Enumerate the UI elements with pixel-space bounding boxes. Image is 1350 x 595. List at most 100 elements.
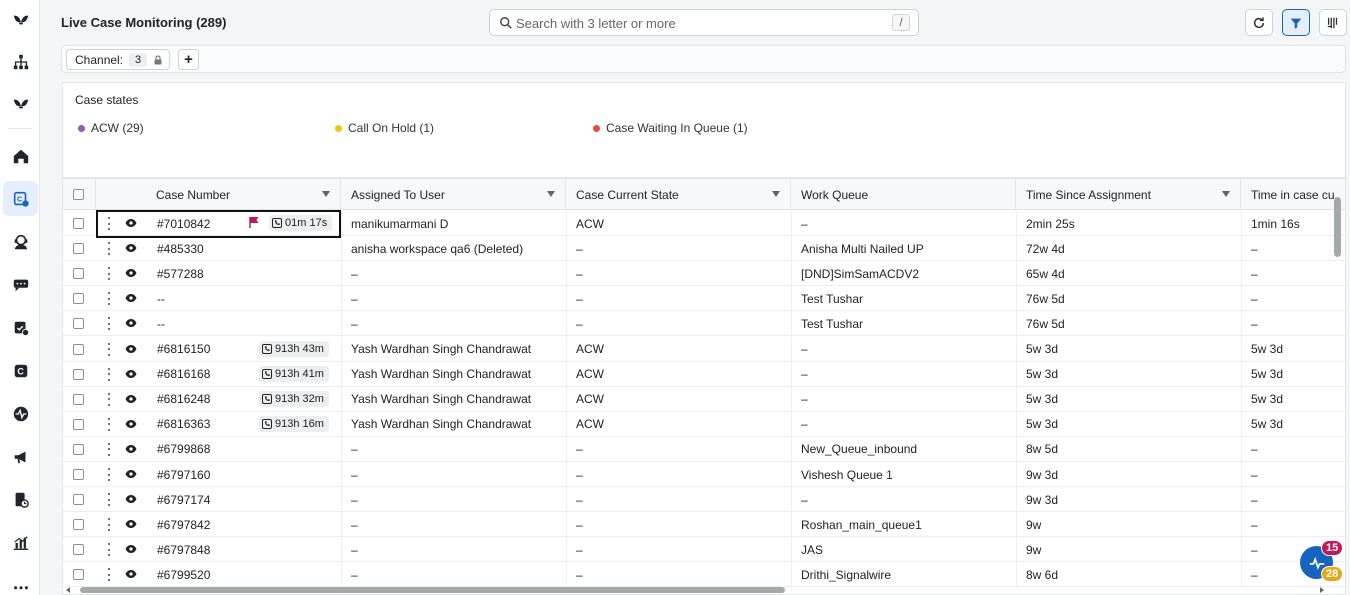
row-menu-icon[interactable] [107,217,111,230]
chart-icon[interactable] [3,525,38,560]
table-row[interactable]: #6816363 913h 16m Yash Wardhan Singh Chand… [63,411,1345,437]
eye-icon[interactable] [125,318,137,328]
row-menu-icon[interactable] [107,367,111,381]
row-menu-icon[interactable] [107,543,111,557]
refresh-button[interactable] [1245,9,1273,36]
row-menu-icon[interactable] [107,242,111,256]
row-checkbox[interactable] [73,569,84,581]
row-checkbox[interactable] [73,293,84,305]
vertical-scrollbar[interactable] [1332,195,1342,587]
column-header-case-number[interactable]: Case Number [96,179,341,210]
notification-badge-bottom[interactable]: 28 [1321,566,1344,582]
logo-icon[interactable] [3,2,38,37]
sort-caret-icon[interactable] [1222,191,1230,197]
cell-case-number[interactable]: -- [147,286,247,311]
table-row[interactable]: #485330 anisha workspace qa6 (Deleted) – An… [63,236,1345,262]
cell-case-number[interactable]: #6797174 [147,487,247,512]
cell-case-number[interactable]: #6797848 [147,537,247,562]
cell-case-number[interactable]: #6797842 [147,512,247,537]
row-checkbox[interactable] [73,418,84,430]
eye-icon[interactable] [125,544,137,554]
report-icon[interactable] [3,482,38,517]
home-icon[interactable] [3,138,38,173]
agent-icon[interactable] [3,224,38,259]
channel-filter-chip[interactable]: Channel: 3 [66,49,171,70]
row-menu-icon[interactable] [107,468,111,481]
search-box[interactable]: / [489,9,919,36]
eye-icon[interactable] [125,494,137,504]
table-row[interactable]: #6799520 – – Drithi_Signalwire 8w 6d – [63,562,1345,588]
cell-case-number[interactable]: #6816150 [147,337,247,362]
column-header-case-state[interactable]: Case Current State [566,179,791,210]
cell-case-number[interactable]: #577288 [147,261,247,286]
eye-icon[interactable] [125,243,137,253]
eye-icon[interactable] [125,394,137,404]
table-row[interactable]: #7010842 01m 17s manikumarmani D ACW – 2min 2… [63,211,1345,236]
table-row[interactable]: #6797160 – – Vishesh Queue 1 9w 3d – [63,462,1345,487]
filter-button[interactable] [1282,9,1310,36]
column-header-time-in-case[interactable]: Time in case cu [1241,179,1345,210]
row-menu-icon[interactable] [107,417,111,431]
row-menu-icon[interactable] [107,342,111,356]
eye-icon[interactable] [125,519,137,529]
megaphone-icon[interactable] [3,439,38,474]
case-check-icon[interactable] [3,310,38,345]
eye-icon[interactable] [125,344,137,354]
eye-icon[interactable] [125,369,137,379]
row-checkbox[interactable] [73,343,84,355]
row-checkbox[interactable] [73,519,84,531]
row-menu-icon[interactable] [107,317,111,331]
cell-case-number[interactable]: -- [147,311,247,336]
row-menu-icon[interactable] [107,518,111,532]
table-row[interactable]: #6797174 – – – 9w 3d – [63,487,1345,513]
row-checkbox[interactable] [73,218,84,229]
row-menu-icon[interactable] [107,493,111,507]
select-all-checkbox[interactable] [73,189,84,200]
add-filter-button[interactable]: + [178,49,199,70]
eye-icon[interactable] [125,569,137,579]
eye-icon[interactable] [125,268,137,278]
table-row[interactable]: #6816150 913h 43m Yash Wardhan Singh Chand… [63,336,1345,362]
eye-icon[interactable] [125,469,137,479]
c-icon[interactable]: C [3,353,38,388]
column-header-assigned-user[interactable]: Assigned To User [341,179,566,210]
chat-icon[interactable] [3,267,38,302]
cell-case-number[interactable]: #6816363 [147,412,247,437]
column-header-work-queue[interactable]: Work Queue [791,179,1016,210]
cell-case-number[interactable]: #6799520 [147,562,247,587]
sort-caret-icon[interactable] [772,191,780,197]
row-checkbox[interactable] [73,443,84,455]
table-row[interactable]: -- – – Test Tushar 76w 5d – [63,311,1345,337]
cell-case-number[interactable]: #6797160 [147,462,247,487]
row-checkbox[interactable] [73,469,84,480]
horizontal-scroll-thumb[interactable] [80,587,785,593]
scroll-left-arrow-icon[interactable] [66,587,70,593]
table-row[interactable]: #6797842 – – Roshan_main_queue1 9w – [63,512,1345,538]
row-checkbox[interactable] [73,268,84,280]
notification-badge-top[interactable]: 15 [1321,540,1344,556]
row-checkbox[interactable] [73,494,84,506]
more-icon[interactable] [3,568,38,595]
vertical-scroll-thumb[interactable] [1334,197,1341,257]
cell-case-number[interactable]: #6799868 [147,437,247,462]
cell-case-number[interactable]: #485330 [147,236,247,261]
logo-icon[interactable] [3,86,38,121]
row-menu-icon[interactable] [107,267,111,281]
case-state-call-on-hold[interactable]: Call On Hold (1) [335,121,434,135]
pulse-icon[interactable] [3,396,38,431]
case-state-acw[interactable]: ACW (29) [78,121,144,135]
search-input[interactable] [516,14,876,32]
sort-caret-icon[interactable] [547,191,555,197]
case-monitor-icon[interactable]: C [3,181,38,216]
hierarchy-icon[interactable] [3,44,38,79]
cell-case-number[interactable]: #6816248 [147,387,247,412]
row-checkbox[interactable] [73,393,84,405]
eye-icon[interactable] [125,293,137,303]
table-row[interactable]: #6797848 – – JAS 9w – [63,537,1345,563]
case-state-waiting-in-queue[interactable]: Case Waiting In Queue (1) [593,121,748,135]
table-row[interactable]: #6816168 913h 41m Yash Wardhan Singh Chand… [63,361,1345,387]
table-row[interactable]: #6799868 – – New_Queue_inbound 8w 5d – [63,436,1345,462]
row-menu-icon[interactable] [107,442,111,456]
row-menu-icon[interactable] [107,392,111,406]
row-checkbox[interactable] [73,544,84,556]
